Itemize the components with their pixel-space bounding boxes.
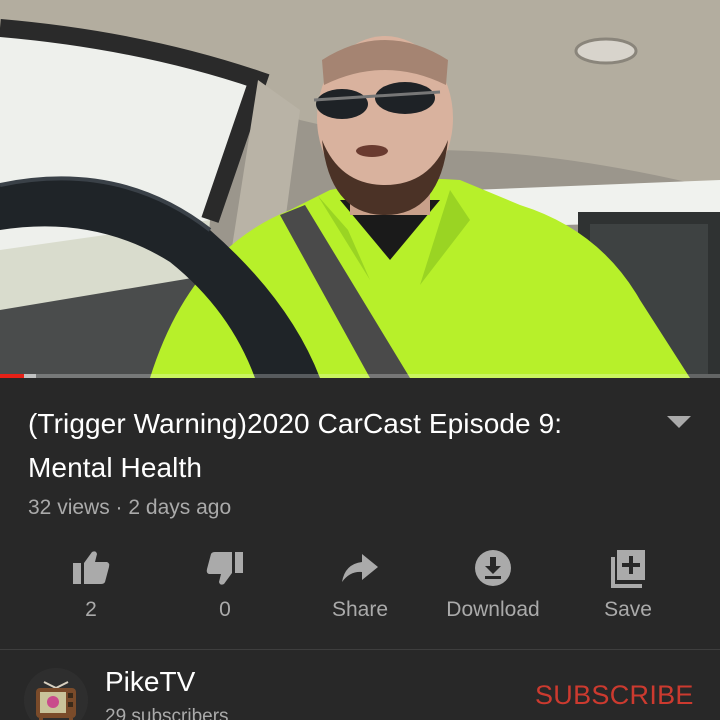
save-to-playlist-icon bbox=[611, 550, 645, 588]
channel-row: PikeTV 29 subscribers SUBSCRIBE bbox=[0, 650, 720, 720]
thumbs-up-icon bbox=[73, 551, 110, 584]
channel-avatar[interactable] bbox=[24, 668, 88, 720]
view-count: 32 views bbox=[28, 496, 110, 519]
like-button[interactable]: 2 bbox=[16, 546, 166, 626]
download-icon bbox=[475, 550, 511, 586]
download-button[interactable]: Download bbox=[418, 546, 568, 626]
like-count: 2 bbox=[85, 598, 97, 621]
dislike-button[interactable]: 0 bbox=[150, 546, 300, 626]
channel-name[interactable]: PikeTV bbox=[105, 666, 195, 698]
save-label: Save bbox=[604, 598, 652, 621]
tv-logo-icon bbox=[24, 668, 88, 720]
save-button[interactable]: Save bbox=[553, 546, 703, 626]
dome-light bbox=[574, 37, 638, 65]
upload-age: 2 days ago bbox=[128, 496, 232, 519]
meta-separator: · bbox=[115, 496, 123, 519]
share-icon bbox=[342, 554, 378, 582]
video-info-panel: (Trigger Warning)2020 CarCast Episode 9:… bbox=[0, 378, 720, 720]
subscriber-count: 29 subscribers bbox=[105, 706, 229, 720]
dislike-count: 0 bbox=[219, 598, 231, 621]
subscribe-button[interactable]: SUBSCRIBE bbox=[535, 680, 694, 711]
expand-description-icon[interactable] bbox=[664, 412, 694, 432]
video-frame bbox=[0, 0, 720, 378]
video-meta: 32 views · 2 days ago bbox=[28, 496, 231, 520]
share-button[interactable]: Share bbox=[285, 546, 435, 626]
action-bar: 2 0 Share Download Save bbox=[0, 546, 720, 626]
thumbs-down-icon bbox=[206, 552, 243, 585]
download-label: Download bbox=[446, 598, 540, 621]
share-label: Share bbox=[331, 598, 389, 621]
video-player[interactable] bbox=[0, 0, 720, 378]
video-title[interactable]: (Trigger Warning)2020 CarCast Episode 9:… bbox=[28, 402, 638, 490]
